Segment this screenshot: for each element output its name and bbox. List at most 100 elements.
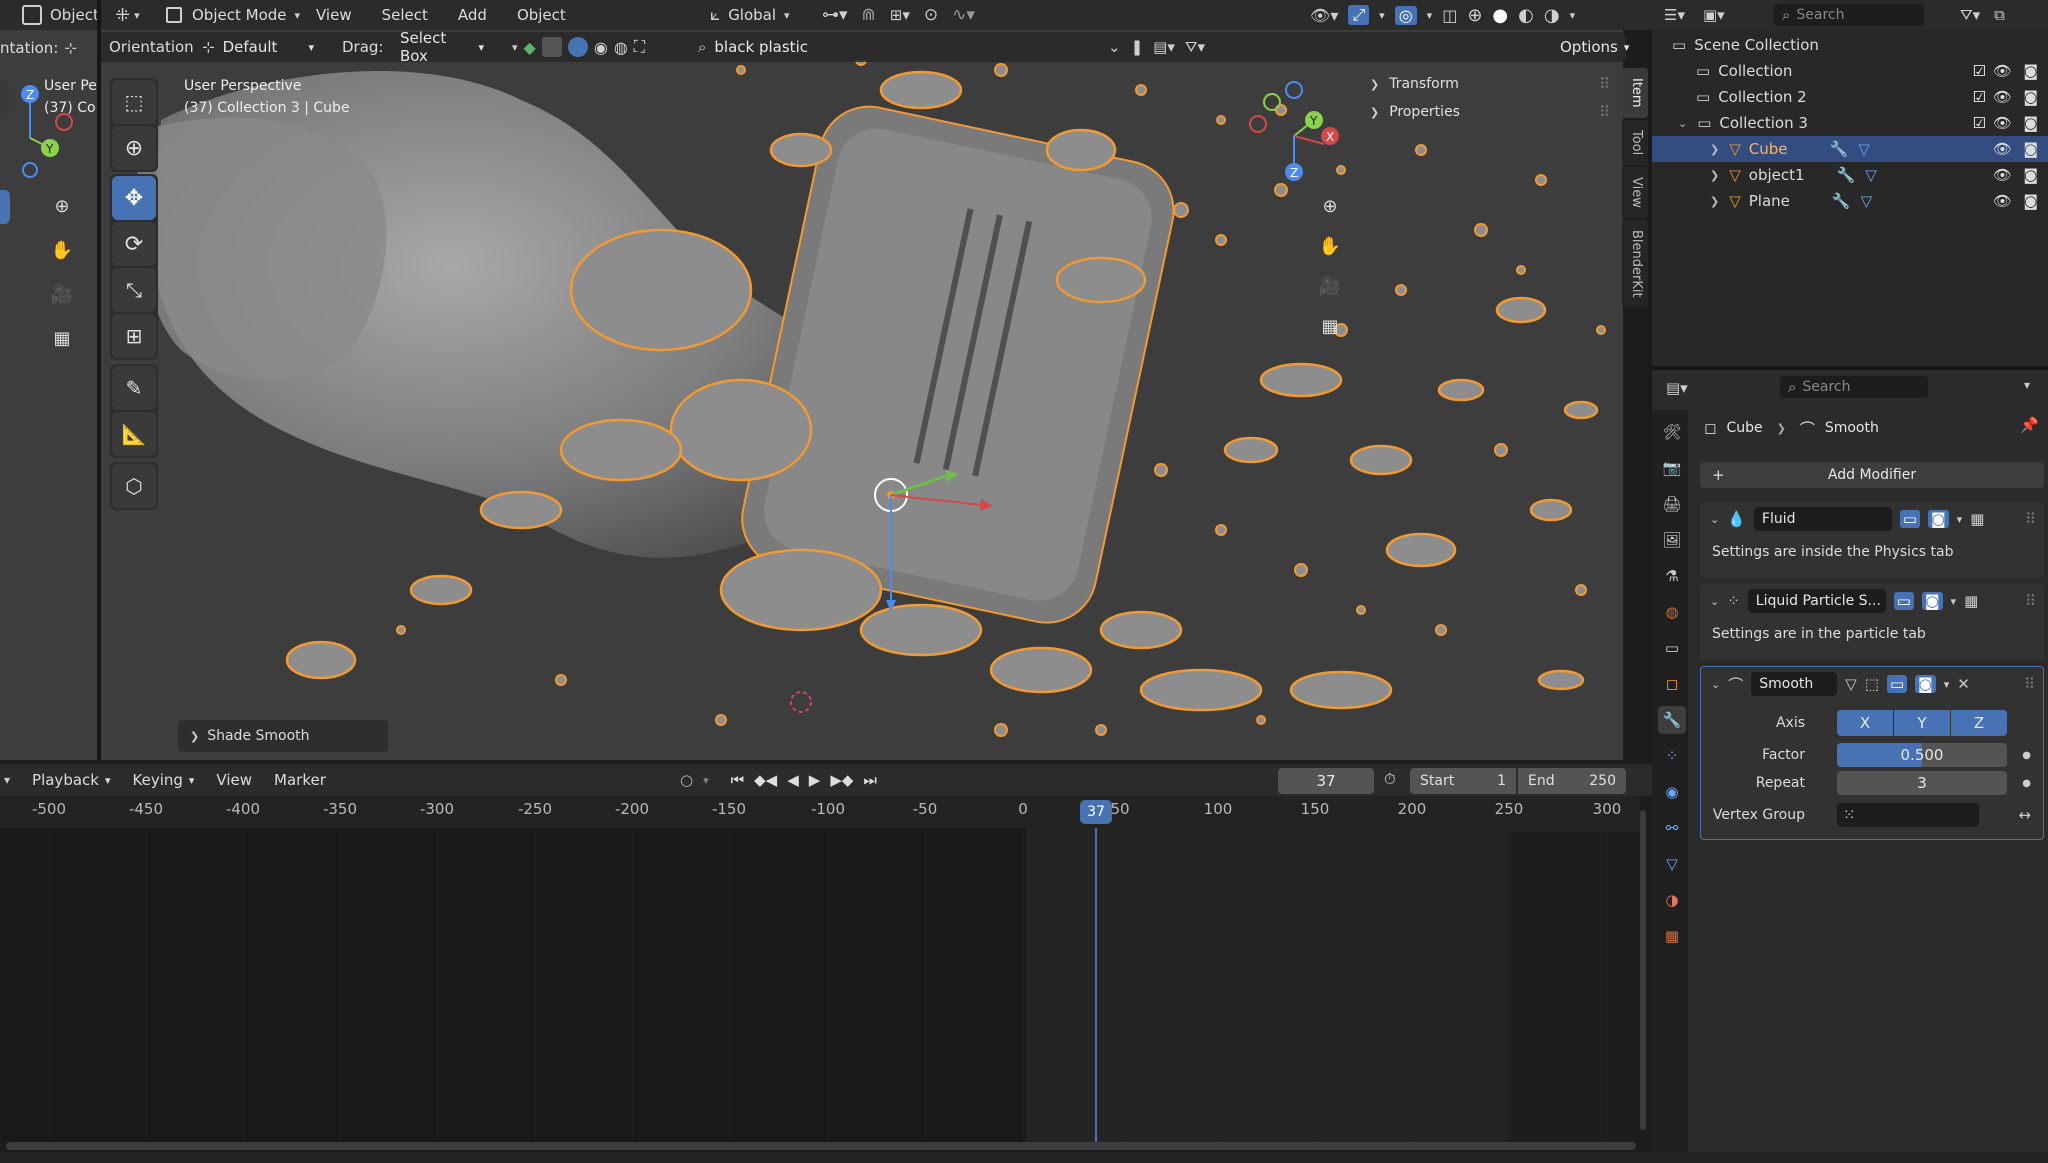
viewport-toggle-icon[interactable]: ▭	[1886, 675, 1908, 693]
material-browse-icon[interactable]: ⌄	[1108, 38, 1121, 56]
falloff-icon[interactable]: ∿▾	[952, 5, 975, 25]
navigation-gizmo[interactable]: Y X Z	[1236, 74, 1346, 184]
chevron-right-icon[interactable]: ❯	[1710, 169, 1719, 182]
chevron-down-icon[interactable]: ▾	[1427, 9, 1433, 22]
brush-icon[interactable]: ⛶	[634, 37, 645, 57]
timeline-editor-icon[interactable]: ▾	[4, 773, 10, 787]
hand-pan-icon[interactable]: ✋	[1312, 228, 1348, 264]
snap-increment-icon[interactable]: ⊞▾	[890, 6, 910, 24]
axis-x-toggle[interactable]: X	[1837, 710, 1893, 736]
chevron-down-icon[interactable]: ▾	[2024, 378, 2030, 392]
physics-tab-icon[interactable]: ◉	[1658, 778, 1686, 806]
eye-icon[interactable]: 👁	[1993, 140, 2012, 158]
properties-editor-type[interactable]: ▤▾	[1666, 376, 1688, 400]
scene-collection-row[interactable]: ▭ Scene Collection	[1652, 32, 2048, 58]
wrench-icon[interactable]: 🔧	[1830, 140, 1849, 158]
gizmo-icon[interactable]: ⤢	[1348, 5, 1370, 25]
overlays-icon[interactable]: ◎	[1394, 5, 1417, 25]
drag-handle-icon[interactable]: ⠿	[2025, 592, 2036, 610]
filter-icon[interactable]: ⛛▾	[1960, 6, 1980, 24]
outliner-row-collection-3[interactable]: ⌄ ▭ Collection 3 ☑ 👁 ◙	[1652, 110, 2048, 136]
zoom-icon[interactable]: ⊕	[1312, 188, 1348, 224]
jump-start-icon[interactable]: ⏮	[731, 771, 745, 789]
drag-handle-icon[interactable]: ⠿	[2024, 675, 2035, 693]
camera-icon[interactable]: 🎥	[44, 276, 80, 312]
chevron-down-icon[interactable]: ⌄	[1710, 513, 1719, 526]
menu-object[interactable]: Object	[517, 6, 566, 24]
color-palette-icon[interactable]: ◆	[524, 38, 536, 57]
zoom-icon[interactable]: ⊕	[44, 188, 80, 224]
timeline-vertical-scrollbar[interactable]	[1640, 810, 1646, 1130]
invert-arrows-icon[interactable]: ↔	[2018, 806, 2031, 824]
shading-solid-icon[interactable]: ●	[1492, 5, 1508, 26]
camera-render-icon[interactable]: ◙	[2023, 192, 2038, 210]
eye-icon[interactable]: 👁	[1993, 114, 2012, 132]
checkbox-icon[interactable]: ☑	[1973, 114, 1986, 132]
annotate-tool[interactable]: ✎	[112, 366, 156, 410]
marker-menu[interactable]: Marker	[274, 771, 326, 789]
eye-icon[interactable]: 👁	[1993, 192, 2012, 210]
editmode-toggle-icon[interactable]: ▭	[1899, 510, 1921, 528]
outliner-row-collection-2[interactable]: ▭ Collection 2 ☑ 👁 ◙	[1652, 84, 2048, 110]
next-keyframe-icon[interactable]: ▶◆	[830, 771, 853, 789]
outliner-editor-icon[interactable]: ☰▾	[1664, 6, 1685, 24]
proportional-edit-icon[interactable]: ⊙	[924, 5, 938, 25]
chevron-down-icon[interactable]: ⌄	[1678, 117, 1687, 130]
close-icon[interactable]: ✕	[1957, 675, 1970, 693]
play-reverse-icon[interactable]: ◀	[787, 771, 799, 789]
editor-type-button[interactable]: Object	[22, 2, 99, 28]
npanel-transform[interactable]: ❯ Transform ⠿	[1370, 70, 1610, 98]
chevron-down-icon[interactable]: ▾	[703, 774, 709, 787]
smooth-name-field[interactable]: Smooth	[1751, 672, 1838, 696]
render-toggle-icon[interactable]: ◙	[1921, 592, 1943, 610]
drag-dropdown[interactable]: Select Box ▾	[392, 29, 492, 65]
render-toggle-icon[interactable]: ◙	[1928, 510, 1949, 528]
add-cube-tool[interactable]: ⬡	[112, 464, 156, 508]
mesh-data-icon[interactable]: ▽	[1865, 166, 1877, 184]
tab-view[interactable]: View	[1622, 166, 1648, 218]
properties-search[interactable]: ⌕ Search	[1780, 376, 1928, 398]
chevron-down-icon[interactable]: ▾	[1951, 595, 1957, 608]
wrench-icon[interactable]: 🔧	[1832, 192, 1851, 210]
chevron-down-icon[interactable]: ▾	[1570, 9, 1576, 22]
camera-icon[interactable]: 🎥	[1312, 268, 1348, 304]
wrench-icon[interactable]: 🔧	[1837, 166, 1856, 184]
start-frame-field[interactable]: Start 1	[1410, 768, 1516, 794]
mesh-data-icon[interactable]: ▽	[1861, 192, 1873, 210]
left-tool-move[interactable]	[0, 190, 10, 224]
current-frame-field[interactable]: 37	[1278, 768, 1374, 794]
layout-icon[interactable]: ▤▾	[1153, 38, 1175, 56]
eye-icon[interactable]: 👁	[1993, 88, 2012, 106]
left-tool-select[interactable]	[0, 80, 10, 114]
vertex-group-field[interactable]: ⁙	[1837, 803, 1979, 827]
texture-tab-icon[interactable]: ▦	[1658, 922, 1686, 950]
camera-render-icon[interactable]: ◙	[2023, 140, 2038, 158]
options-button[interactable]: Options ▾	[1552, 34, 1629, 60]
axis-z-toggle[interactable]: Z	[1951, 710, 2007, 736]
scale-tool[interactable]: ⤡	[112, 268, 156, 312]
render-tab-icon[interactable]: 📷	[1658, 454, 1686, 482]
object-tab-icon[interactable]: ◻	[1658, 670, 1686, 698]
chevron-right-icon[interactable]: ❯	[1710, 195, 1719, 208]
cursor-tool[interactable]: ⊕	[112, 126, 156, 170]
scene-tab-icon[interactable]: ⚗	[1658, 562, 1686, 590]
outliner-row-collection[interactable]: ▭ Collection ☑ 👁 ◙	[1652, 58, 2048, 84]
camera-render-icon[interactable]: ◙	[2023, 114, 2038, 132]
timer-icon[interactable]: ⏱	[1384, 770, 1396, 788]
chevron-down-icon[interactable]: ▾	[1957, 513, 1963, 526]
outliner-search[interactable]: ⌕ Search	[1774, 4, 1924, 26]
tab-tool[interactable]: Tool	[1622, 119, 1648, 165]
transform-orientation-dropdown[interactable]: ⟀ Global ▾	[710, 2, 790, 28]
shading-material-icon[interactable]: ◐	[1518, 5, 1534, 26]
world-swatch-icon[interactable]: ◍	[614, 38, 628, 57]
view-menu[interactable]: View	[216, 771, 252, 789]
particles-tab-icon[interactable]: ⁘	[1658, 742, 1686, 770]
checkbox-icon[interactable]: ☑	[1973, 62, 1986, 80]
display-mode-icon[interactable]: ▣▾	[1703, 6, 1725, 24]
tool-tab-icon[interactable]: 🛠	[1658, 418, 1686, 446]
playback-menu[interactable]: Playback ▾	[32, 771, 110, 789]
move-tool[interactable]: ✥	[112, 176, 156, 220]
auto-key-icon[interactable]: ○	[680, 771, 693, 789]
outliner-row-cube[interactable]: ❯ ▽ Cube 🔧 ▽ 👁 ◙	[1652, 136, 2048, 162]
shading-rendered-icon[interactable]: ◑	[1544, 5, 1560, 26]
